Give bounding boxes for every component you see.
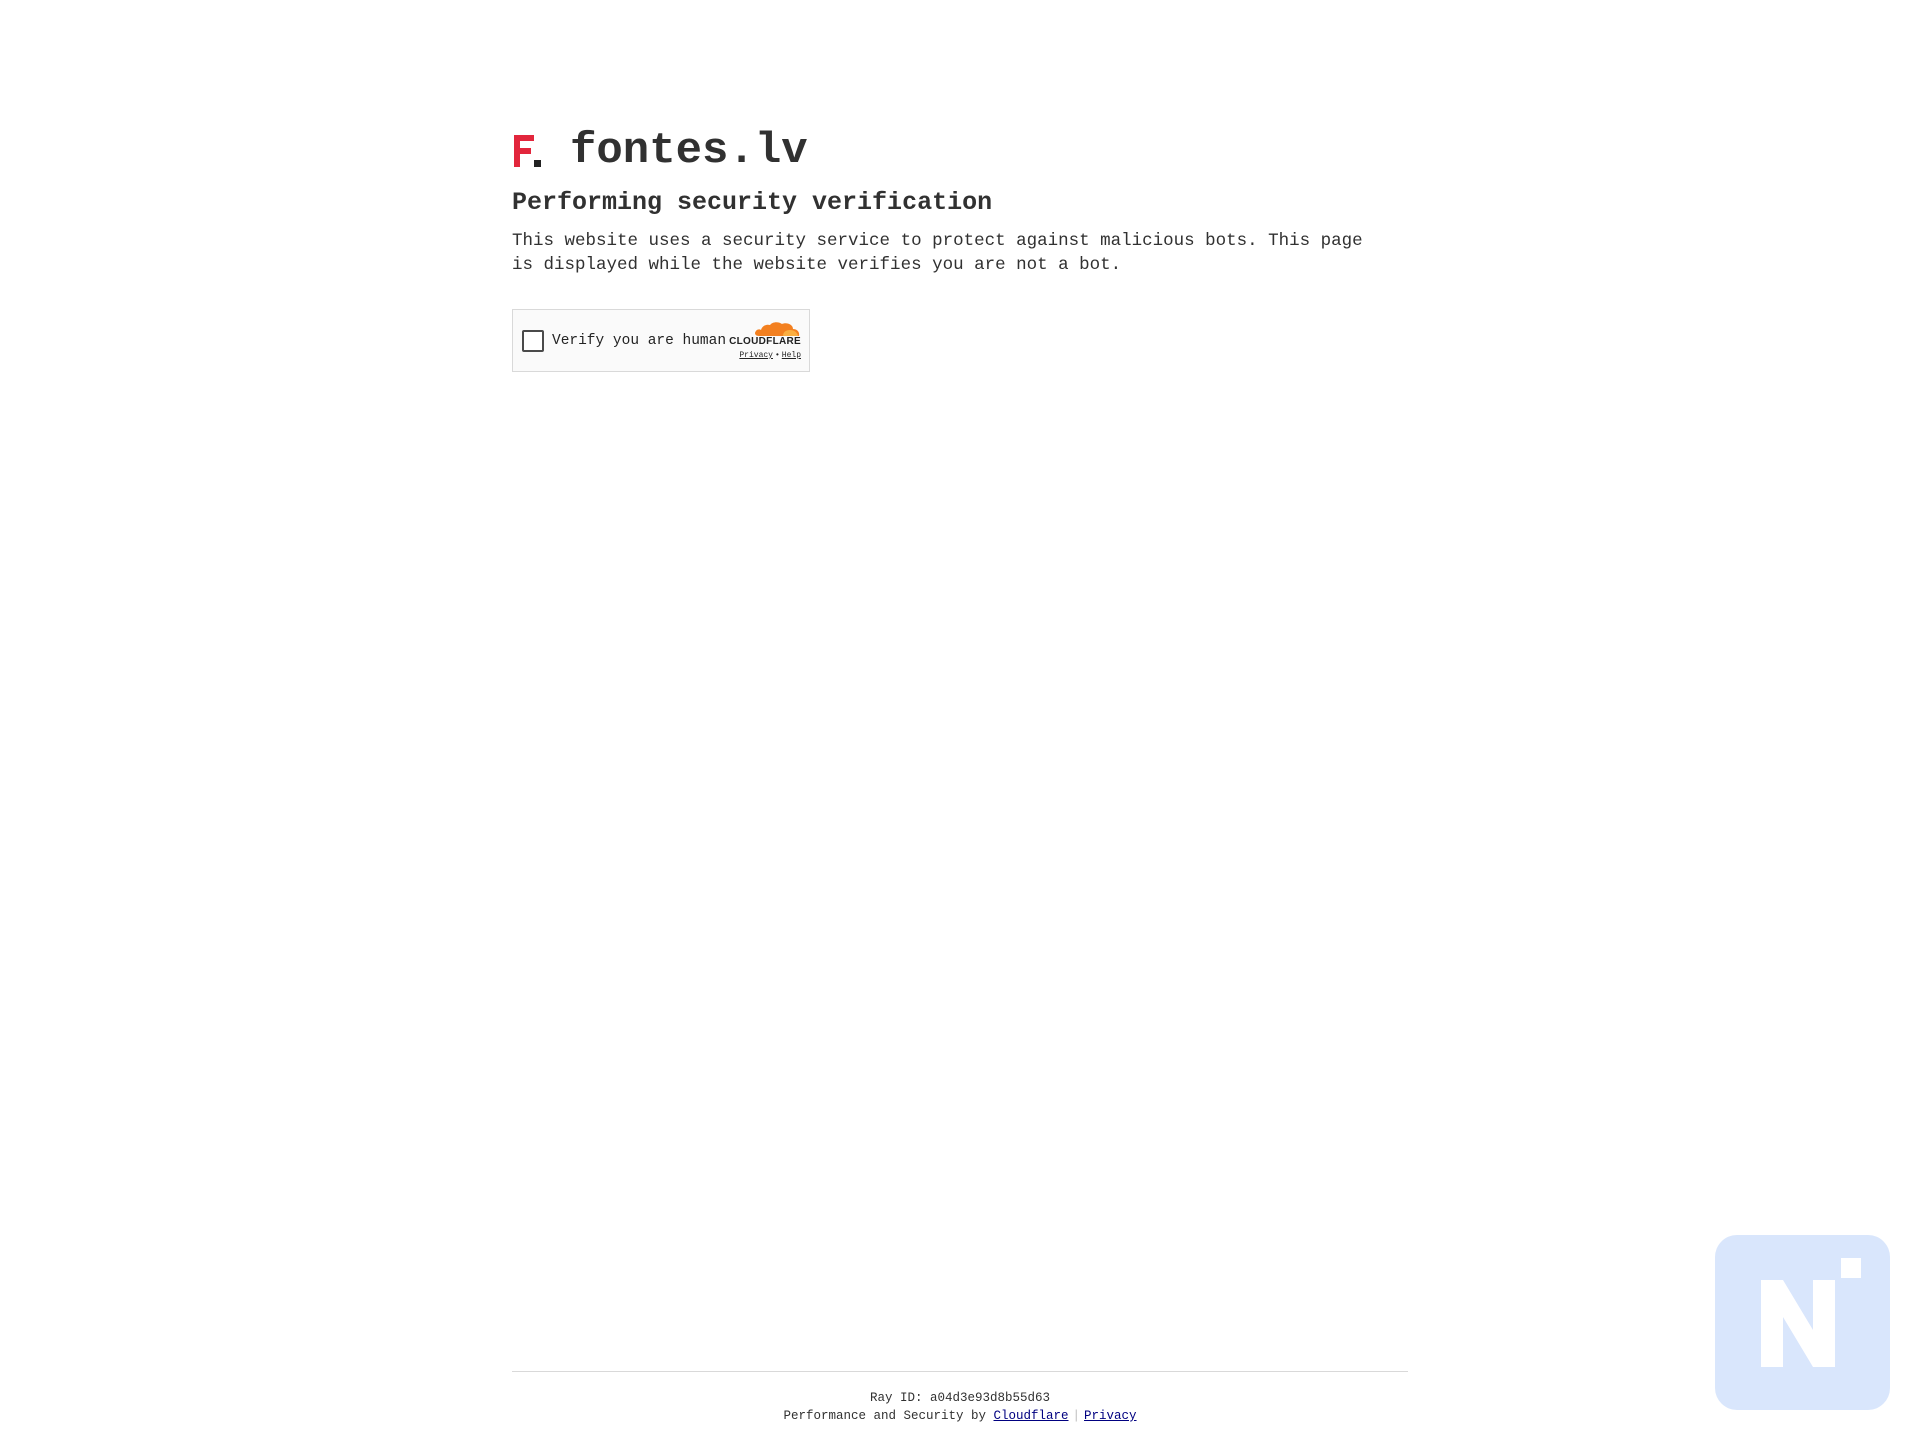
- performance-line: Performance and Security by Cloudflare | P…: [512, 1407, 1408, 1425]
- cloudflare-wordmark: CLOUDFLARE: [729, 336, 801, 347]
- cloudflare-cloud-icon: [755, 322, 800, 336]
- page-title: Performing security verification: [512, 188, 993, 217]
- verify-label[interactable]: Verify you are human: [552, 333, 726, 349]
- verify-checkbox[interactable]: [522, 329, 544, 352]
- footer-privacy-link[interactable]: Privacy: [1084, 1409, 1137, 1423]
- fontes-logo-icon: [514, 135, 541, 167]
- cloudflare-brand: CLOUDFLARE Privacy • Help: [725, 321, 801, 360]
- ray-id: Ray ID: a04d3e93d8b55d63: [869, 1391, 1051, 1405]
- widget-help-link[interactable]: Help: [782, 351, 801, 360]
- cloudflare-link[interactable]: Cloudflare: [994, 1409, 1069, 1423]
- main-content: fontes.lv Performing security verificati…: [512, 125, 1408, 372]
- footer-separator: |: [1072, 1409, 1081, 1423]
- turnstile-widget: Verify you are human CLOUDFLARE Privacy •…: [512, 309, 810, 372]
- widget-privacy-link[interactable]: Privacy: [739, 351, 773, 360]
- performance-text: Performance and Security by: [783, 1409, 986, 1423]
- site-name: fontes.lv: [570, 126, 808, 176]
- widget-links: Privacy • Help: [725, 351, 801, 360]
- widget-links-separator: •: [774, 351, 780, 360]
- n-badge-icon: [1761, 1258, 1861, 1367]
- site-header: fontes.lv: [512, 125, 1408, 177]
- n-badge[interactable]: [1715, 1235, 1890, 1410]
- footer: Ray ID: a04d3e93d8b55d63 Performance and…: [512, 1371, 1408, 1425]
- page-description: This website uses a security service to …: [512, 231, 1363, 275]
